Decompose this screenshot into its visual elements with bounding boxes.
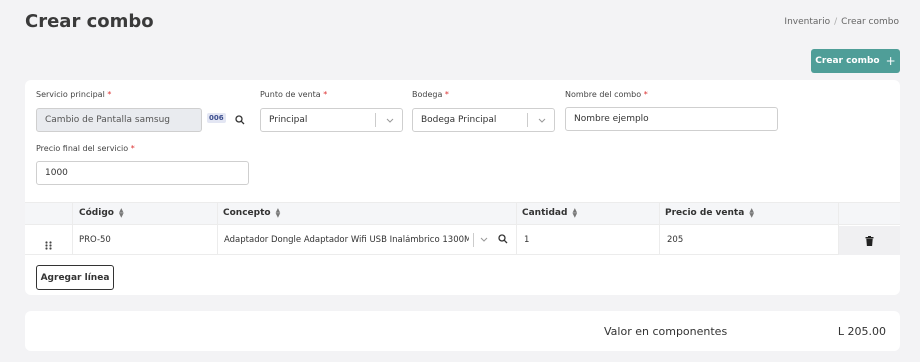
table-header xyxy=(25,202,900,225)
nombre-value: Nombre ejemplo xyxy=(574,114,649,124)
header-precio[interactable]: Precio de venta ▲ ▼ xyxy=(665,207,754,219)
search-icon[interactable] xyxy=(498,233,508,247)
plus-icon: + xyxy=(885,54,896,68)
breadcrumb: Inventario / Crear combo xyxy=(784,17,899,27)
header-concepto[interactable]: Concepto ▲ ▼ xyxy=(223,207,281,219)
row-precio[interactable]: 205 xyxy=(667,235,683,245)
bodega-label-text: Bodega xyxy=(412,90,443,99)
breadcrumb-inventario[interactable]: Inventario xyxy=(784,17,830,27)
crear-combo-label: Crear combo xyxy=(815,56,880,66)
concepto-select[interactable]: Adaptador Dongle Adaptador Wifi USB Inal… xyxy=(218,229,516,251)
drag-handle-icon[interactable] xyxy=(45,235,52,254)
chevron-down-icon xyxy=(534,116,550,125)
valor-componentes-value: L 205.00 xyxy=(837,325,886,338)
header-concepto-label: Concepto xyxy=(223,208,271,218)
bodega-value: Bodega Principal xyxy=(421,115,497,125)
sort-icon: ▲ ▼ xyxy=(118,207,124,219)
header-cantidad[interactable]: Cantidad ▲ ▼ xyxy=(522,207,578,219)
bodega-label: Bodega * xyxy=(412,90,449,99)
sort-icon: ▲ ▼ xyxy=(572,207,578,219)
breadcrumb-separator: / xyxy=(834,17,838,27)
row-cantidad[interactable]: 1 xyxy=(524,235,529,245)
select-divider xyxy=(527,113,528,127)
select-divider xyxy=(375,113,376,127)
servicio-label-text: Servicio principal xyxy=(36,90,105,99)
page-title: Crear combo xyxy=(25,11,154,32)
search-icon[interactable] xyxy=(233,113,247,127)
row-codigo: PRO-50 xyxy=(79,235,111,245)
required-mark: * xyxy=(323,90,328,99)
breadcrumb-crear-combo: Crear combo xyxy=(841,17,899,27)
crear-combo-button[interactable]: Crear combo + xyxy=(811,49,900,73)
punto-venta-value: Principal xyxy=(269,115,308,125)
servicio-principal-field[interactable]: Cambio de Pantalla samsug xyxy=(36,108,202,132)
select-divider xyxy=(473,233,474,247)
punto-venta-select[interactable]: Principal xyxy=(260,108,403,132)
header-codigo-label: Código xyxy=(79,208,114,218)
required-mark: * xyxy=(643,90,648,99)
required-mark: * xyxy=(107,90,112,99)
precio-final-input[interactable]: 1000 xyxy=(36,161,249,185)
punto-venta-label-text: Punto de venta xyxy=(260,90,321,99)
nombre-label: Nombre del combo * xyxy=(565,90,648,99)
chevron-down-icon xyxy=(480,235,488,245)
precio-label: Precio final del servicio * xyxy=(36,144,135,153)
punto-venta-label: Punto de venta * xyxy=(260,90,327,99)
header-cantidad-label: Cantidad xyxy=(522,208,568,218)
chevron-down-icon xyxy=(382,116,398,125)
nombre-combo-input[interactable]: Nombre ejemplo xyxy=(565,107,778,131)
sort-icon: ▲ ▼ xyxy=(749,207,754,219)
precio-value: 1000 xyxy=(45,168,68,178)
valor-componentes-label: Valor en componentes xyxy=(604,325,728,338)
required-mark: * xyxy=(444,90,449,99)
totals-card xyxy=(25,311,900,351)
nombre-label-text: Nombre del combo xyxy=(565,90,642,99)
header-codigo[interactable]: Código ▲ ▼ xyxy=(79,207,124,219)
agregar-linea-button[interactable]: Agregar línea xyxy=(36,265,114,290)
precio-label-text: Precio final del servicio xyxy=(36,144,129,153)
header-precio-label: Precio de venta xyxy=(665,208,745,218)
servicio-code-badge: 006 xyxy=(207,113,226,123)
servicio-value: Cambio de Pantalla samsug xyxy=(45,115,170,125)
delete-row-button[interactable] xyxy=(839,226,900,255)
required-mark: * xyxy=(130,144,135,153)
concepto-value: Adaptador Dongle Adaptador Wifi USB Inal… xyxy=(224,235,469,245)
trash-icon xyxy=(865,235,874,246)
sort-icon: ▲ ▼ xyxy=(275,207,281,219)
bodega-select[interactable]: Bodega Principal xyxy=(412,108,555,132)
servicio-label: Servicio principal * xyxy=(36,90,111,99)
